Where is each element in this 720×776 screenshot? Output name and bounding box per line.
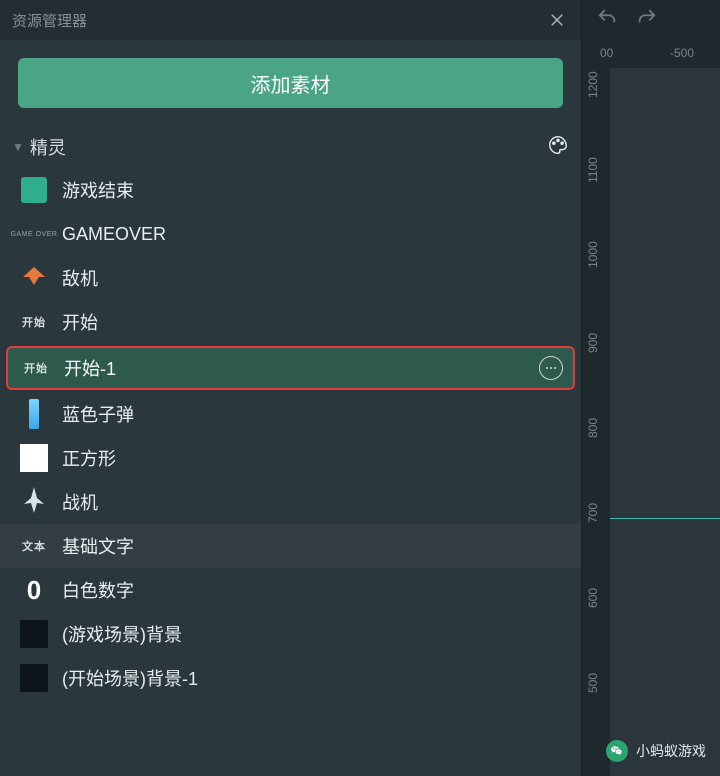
- asset-item[interactable]: (游戏场景)背景: [0, 612, 581, 656]
- ruler-tick: -500: [670, 46, 694, 60]
- asset-item[interactable]: 0 白色数字: [0, 568, 581, 612]
- canvas[interactable]: [610, 68, 720, 776]
- ruler-tick: 1000: [586, 241, 600, 268]
- group-header-sprites[interactable]: ▼ 精灵: [0, 126, 581, 168]
- ellipsis-icon: [544, 361, 558, 375]
- asset-label: 敌机: [62, 265, 571, 291]
- ruler-tick: 1100: [586, 157, 600, 183]
- redo-button[interactable]: [636, 7, 658, 34]
- asset-thumbnail: 开始: [18, 306, 50, 338]
- asset-item[interactable]: 正方形: [0, 436, 581, 480]
- watermark-label: 小蚂蚁游戏: [636, 741, 706, 761]
- asset-label: 正方形: [62, 445, 571, 471]
- stage-area: 00 -500 1200 1100 1000 900 800 700 600 500: [582, 0, 720, 776]
- asset-label: (游戏场景)背景: [62, 621, 571, 647]
- asset-label: 开始-1: [64, 355, 539, 381]
- asset-item[interactable]: GAME OVER GAMEOVER: [0, 212, 581, 256]
- panel-header: 资源管理器: [0, 0, 581, 40]
- ruler-tick: 500: [586, 673, 600, 693]
- ruler-tick: 700: [586, 503, 600, 523]
- guide-line-horizontal[interactable]: [610, 518, 720, 519]
- add-asset-button[interactable]: 添加素材: [18, 58, 563, 108]
- ruler-tick: 800: [586, 418, 600, 438]
- asset-thumbnail: 开始: [20, 352, 52, 384]
- close-icon: [548, 11, 566, 29]
- asset-thumbnail: [18, 262, 50, 294]
- asset-tree: ▼ 精灵 游戏结束GAME OVERGAMEOVER敌机开始开始开始开始-1蓝色…: [0, 126, 581, 776]
- asset-item[interactable]: 文本基础文字: [0, 524, 581, 568]
- asset-label: 战机: [62, 489, 571, 515]
- wechat-icon: [606, 740, 628, 762]
- close-button[interactable]: [545, 8, 569, 32]
- ruler-tick: 900: [586, 333, 600, 353]
- group-label: 精灵: [30, 134, 547, 160]
- asset-thumbnail: [18, 662, 50, 694]
- redo-icon: [636, 7, 658, 29]
- asset-item[interactable]: 蓝色子弹: [0, 392, 581, 436]
- asset-thumbnail: [18, 398, 50, 430]
- panel-title: 资源管理器: [12, 10, 87, 31]
- asset-label: 基础文字: [62, 533, 571, 559]
- asset-label: (开始场景)背景-1: [62, 665, 571, 691]
- asset-thumbnail: [18, 174, 50, 206]
- asset-item[interactable]: 开始开始: [0, 300, 581, 344]
- asset-thumbnail: [18, 618, 50, 650]
- asset-label: 白色数字: [62, 577, 571, 603]
- asset-item[interactable]: (开始场景)背景-1: [0, 656, 581, 700]
- asset-item[interactable]: 敌机: [0, 256, 581, 300]
- stage-toolbar: [582, 0, 720, 40]
- asset-thumbnail: 文本: [18, 530, 50, 562]
- palette-icon[interactable]: [547, 134, 569, 161]
- undo-button[interactable]: [596, 7, 618, 34]
- watermark: 小蚂蚁游戏: [606, 740, 706, 762]
- asset-item[interactable]: 游戏结束: [0, 168, 581, 212]
- asset-label: 游戏结束: [62, 177, 571, 203]
- asset-thumbnail: [18, 486, 50, 518]
- ruler-tick: 1200: [586, 71, 600, 98]
- asset-thumbnail: GAME OVER: [18, 218, 50, 250]
- more-button[interactable]: [539, 356, 563, 380]
- resource-panel: 资源管理器 添加素材 ▼ 精灵 游戏结束GAME OVERGAMEOVER敌机开…: [0, 0, 582, 776]
- ruler-tick: 600: [586, 588, 600, 608]
- ruler-tick: 00: [600, 46, 613, 60]
- asset-item[interactable]: 开始开始-1: [6, 346, 575, 390]
- ruler-horizontal: 00 -500: [582, 40, 720, 68]
- asset-thumbnail: 0: [18, 574, 50, 606]
- collapse-icon: ▼: [12, 140, 24, 154]
- asset-label: 开始: [62, 309, 571, 335]
- asset-item[interactable]: 战机: [0, 480, 581, 524]
- undo-icon: [596, 7, 618, 29]
- asset-thumbnail: [18, 442, 50, 474]
- asset-label: GAMEOVER: [62, 224, 571, 245]
- asset-label: 蓝色子弹: [62, 401, 571, 427]
- ruler-vertical: 1200 1100 1000 900 800 700 600 500: [582, 68, 610, 776]
